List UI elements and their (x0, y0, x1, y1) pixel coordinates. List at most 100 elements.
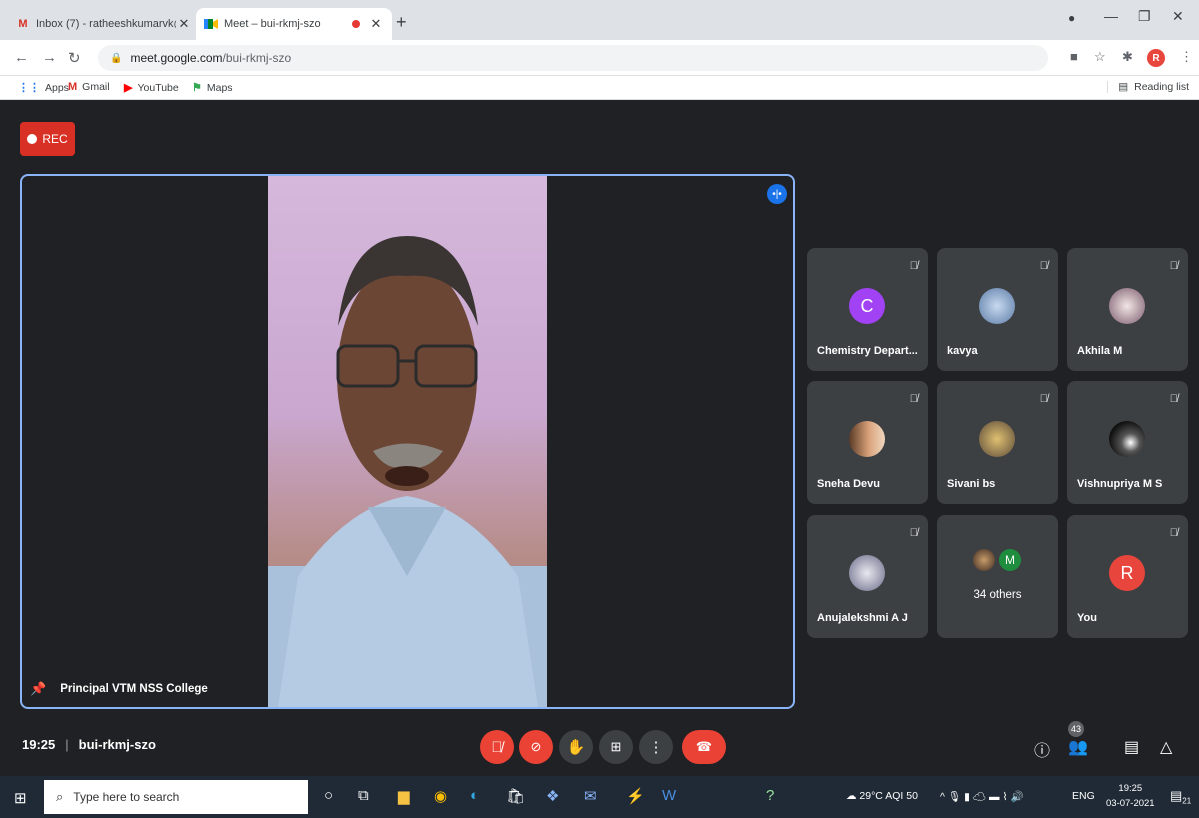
mic-off-icon: 🎙̸ (909, 393, 918, 405)
meeting-code[interactable]: bui-rkmj-szo (79, 737, 156, 752)
avatar (1109, 421, 1145, 457)
bookmarks-bar: ⋮⋮ Apps M Gmail ▶ YouTube ⚑ Maps ▤ Readi… (0, 76, 1199, 100)
reload-button[interactable]: ↻ (68, 49, 81, 67)
mic-off-icon: 🎙̸ (909, 527, 918, 539)
language-indicator[interactable]: ENG (1072, 790, 1095, 802)
maximize-button[interactable]: ❐ (1138, 8, 1151, 25)
close-tab-icon[interactable]: ✕ (176, 16, 192, 32)
avatar (979, 421, 1015, 457)
recording-indicator-icon (352, 20, 360, 28)
reading-list-label: Reading list (1134, 81, 1189, 93)
mic-off-icon: 🎙̸ (1169, 260, 1178, 272)
avatar: M (999, 549, 1021, 571)
bookmark-maps[interactable]: ⚑ Maps (192, 81, 233, 95)
recording-badge[interactable]: REC (20, 122, 75, 156)
participant-tile[interactable]: 🎙̸ Anujalekshmi A J (807, 515, 928, 638)
raise-hand-button[interactable]: ✋ (559, 730, 593, 764)
file-explorer-icon[interactable]: ▆ (398, 787, 410, 805)
avatar (849, 421, 885, 457)
people-icon[interactable]: 👥 (1068, 737, 1088, 757)
mic-off-icon: 🎙̸ (1169, 393, 1178, 405)
tab-strip: M Inbox (7) - ratheeshkumarvk@gm ✕ Meet … (0, 0, 1199, 40)
reading-list-button[interactable]: ▤ Reading list (1107, 81, 1189, 93)
pin-icon[interactable]: 📌 (30, 681, 46, 697)
reading-list-icon: ▤ (1118, 81, 1129, 93)
bookmark-apps[interactable]: ⋮⋮ Apps (18, 81, 69, 95)
self-tile[interactable]: 🎙̸ R You (1067, 515, 1188, 638)
participant-tile[interactable]: 🎙̸ Akhila M (1067, 248, 1188, 371)
menu-icon[interactable]: ⋮ (1180, 49, 1193, 65)
cortana-icon[interactable]: ○ (324, 787, 333, 804)
bookmark-gmail[interactable]: M Gmail (68, 81, 110, 93)
chat-icon[interactable]: ▤ (1124, 737, 1139, 757)
participant-tile[interactable]: 🎙̸ Sneha Devu (807, 381, 928, 504)
tab-title: Inbox (7) - ratheeshkumarvk@gm (36, 18, 176, 30)
bookmark-youtube[interactable]: ▶ YouTube (124, 81, 179, 95)
weather-widget[interactable]: ☁ 29°C AQI 50 (846, 790, 918, 802)
new-tab-button[interactable]: + (396, 12, 407, 33)
present-button[interactable]: ⊞ (599, 730, 633, 764)
avatar: C (849, 288, 885, 324)
participant-name: Vishnupriya M S (1077, 478, 1163, 490)
rec-label: REC (42, 132, 68, 146)
tray-icons[interactable]: ^ 🎙 ▮ ☁ ▬ ⌇ 🔊 (940, 790, 1024, 803)
extensions-icon[interactable]: ✱ (1122, 49, 1133, 65)
clock[interactable]: 19:25 03-07-2021 (1106, 781, 1155, 811)
presenter-video (268, 176, 547, 707)
avatar (1109, 288, 1145, 324)
url-domain: meet.google.com (130, 51, 223, 65)
help-icon[interactable]: ? (766, 787, 774, 804)
avatar (979, 288, 1015, 324)
participant-count-badge: 43 (1068, 721, 1084, 737)
participant-name: kavya (947, 345, 978, 357)
minimize-button[interactable]: — (1104, 8, 1118, 24)
close-window-button[interactable]: ✕ (1172, 8, 1184, 25)
notification-count: 21 (1182, 796, 1192, 806)
bookmark-star-icon[interactable]: ☆ (1094, 49, 1106, 65)
task-view-icon[interactable]: ⧉ (358, 787, 369, 804)
leave-call-button[interactable]: ☎ (682, 730, 726, 764)
participant-name: Sivani bs (947, 478, 996, 490)
dropbox-icon[interactable]: ❖ (546, 787, 559, 805)
participant-tile[interactable]: 🎙̸ Vishnupriya M S (1067, 381, 1188, 504)
participant-tile[interactable]: 🎙̸ Sivani bs (937, 381, 1058, 504)
meeting-time: 19:25 (22, 737, 56, 752)
address-bar[interactable]: 🔒 meet.google.com/bui-rkmj-szo (98, 45, 1048, 71)
mail-icon[interactable]: ✉ (584, 787, 597, 805)
mic-off-icon: 🎙̸ (909, 260, 918, 272)
participant-name: You (1077, 612, 1097, 624)
back-button[interactable]: ← (14, 49, 29, 66)
close-tab-icon[interactable]: ✕ (368, 16, 384, 32)
record-indicator-icon: ● (1068, 11, 1076, 25)
camera-toggle-button[interactable]: ⊘ (519, 730, 553, 764)
taskbar-search-box[interactable]: ⌕ Type here to search (44, 780, 308, 814)
notifications-button[interactable]: ▤21 (1170, 788, 1191, 806)
divider: | (65, 737, 69, 752)
youtube-icon: ▶ (124, 82, 133, 94)
app-icon[interactable]: ⚡ (626, 787, 645, 805)
weather-text: 29°C AQI 50 (859, 790, 918, 802)
edge-icon[interactable]: ◐ (470, 787, 479, 804)
word-icon[interactable]: W (662, 787, 676, 804)
participant-name: Chemistry Depart... (817, 345, 918, 357)
maps-icon: ⚑ (192, 82, 202, 94)
tab-meet[interactable]: Meet – bui-rkmj-szo ✕ (196, 8, 392, 40)
meeting-details-icon[interactable]: ⓘ (1034, 737, 1050, 761)
main-video-tile[interactable]: •|• 📌 Principal VTM NSS College (20, 174, 795, 709)
activities-icon[interactable]: △ (1160, 737, 1172, 757)
participant-tile[interactable]: 🎙̸ kavya (937, 248, 1058, 371)
forward-button[interactable]: → (42, 49, 57, 66)
camera-in-use-icon[interactable]: ■ (1070, 49, 1078, 64)
meet-stage: REC •|• 📌 Principal VTM NSS College 🎙̸ C… (0, 100, 1199, 776)
others-tile[interactable]: M 34 others (937, 515, 1058, 638)
more-options-button[interactable]: ⋮ (639, 730, 673, 764)
chrome-icon[interactable]: ◉ (434, 787, 447, 805)
browser-toolbar: ← → ↻ 🔒 meet.google.com/bui-rkmj-szo ■ ☆… (0, 40, 1199, 76)
store-icon[interactable]: 🛍 (506, 787, 525, 805)
windows-start-icon[interactable]: ⊞ (14, 789, 27, 807)
participant-tile[interactable]: 🎙̸ C Chemistry Depart... (807, 248, 928, 371)
participant-name: Anujalekshmi A J (817, 612, 908, 624)
microphone-toggle-button[interactable]: 🎙̸ (480, 730, 514, 764)
profile-avatar[interactable]: R (1147, 49, 1165, 67)
tab-gmail[interactable]: M Inbox (7) - ratheeshkumarvk@gm ✕ (8, 8, 200, 40)
